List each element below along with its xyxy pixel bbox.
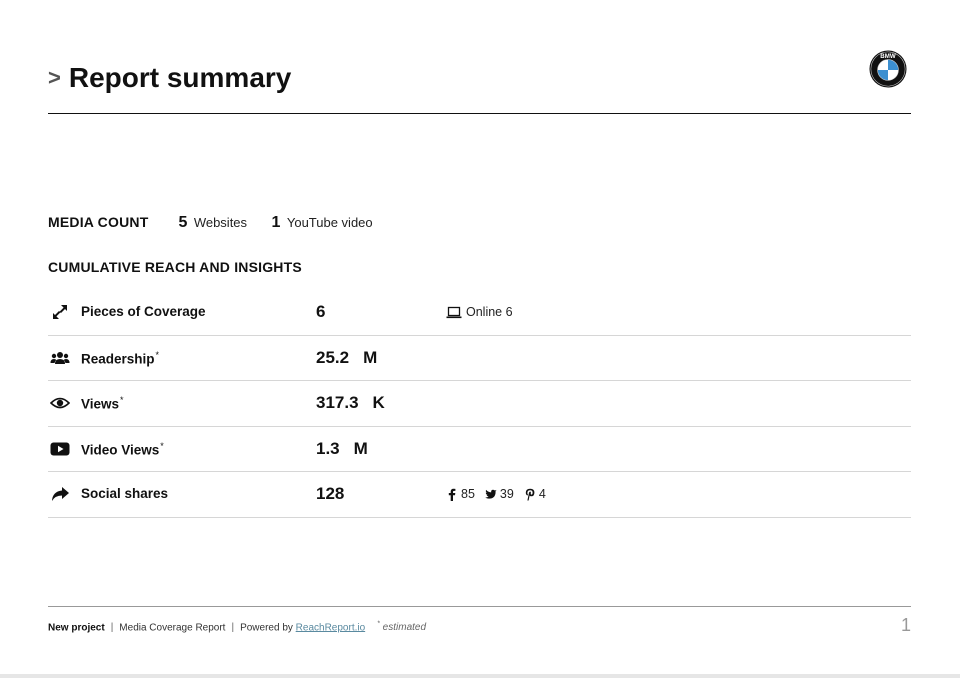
laptop-icon bbox=[446, 306, 462, 319]
reachreport-link[interactable]: ReachReport.io bbox=[296, 622, 365, 633]
pinterest-icon bbox=[524, 488, 536, 501]
coverage-breakdown: Online 6 bbox=[446, 305, 513, 319]
websites-label: Websites bbox=[193, 215, 248, 230]
bmw-logo: BMW bbox=[869, 50, 907, 88]
metric-value: 317.3 K bbox=[316, 393, 385, 412]
online-count: Online 6 bbox=[466, 305, 513, 319]
twitter-shares: 39 bbox=[485, 487, 514, 501]
facebook-icon bbox=[446, 488, 458, 501]
metric-label: Views* bbox=[81, 395, 124, 412]
metric-unit: K bbox=[372, 393, 385, 412]
users-icon bbox=[50, 349, 70, 367]
share-icon bbox=[50, 485, 70, 503]
section-title: CUMULATIVE REACH AND INSIGHTS bbox=[48, 259, 302, 275]
metric-row-readership: Readership* 25.2 M bbox=[48, 336, 911, 381]
estimated-note: * estimated bbox=[377, 621, 427, 634]
twitter-count: 39 bbox=[499, 487, 514, 501]
estimated-mark: * bbox=[160, 440, 164, 451]
report-type: Media Coverage Report bbox=[119, 622, 226, 634]
media-count-label: MEDIA COUNT bbox=[48, 214, 149, 230]
chevron-right-icon: > bbox=[48, 65, 61, 90]
page-header: > Report summary BMW bbox=[48, 50, 911, 114]
logo-letters: BMW bbox=[880, 53, 896, 60]
youtube-icon bbox=[50, 440, 70, 458]
facebook-count: 85 bbox=[461, 487, 475, 501]
metric-row-coverage: Pieces of Coverage 6 Online 6 bbox=[48, 290, 911, 336]
metric-unit: M bbox=[353, 438, 368, 458]
social-breakdown: 85 39 4 bbox=[446, 487, 556, 501]
metric-row-views: Views* 317.3 K bbox=[48, 381, 911, 427]
pinterest-count: 4 bbox=[538, 487, 546, 501]
metric-value: 1.3 M bbox=[316, 438, 368, 458]
pinterest-shares: 4 bbox=[524, 487, 546, 501]
eye-icon bbox=[50, 394, 70, 412]
expand-icon bbox=[50, 303, 70, 321]
media-count-row: MEDIA COUNT 5 Websites 1 YouTube video bbox=[48, 214, 393, 236]
page-number: 1 bbox=[900, 615, 911, 635]
project-name: New project bbox=[48, 622, 105, 634]
page-footer: New project | Media Coverage Report | Powere… bbox=[48, 606, 911, 636]
metric-row-social-shares: Social shares 128 85 39 4 bbox=[48, 472, 911, 518]
metric-label: Social shares bbox=[81, 486, 169, 501]
metric-value: 128 bbox=[316, 484, 345, 503]
metric-label: Pieces of Coverage bbox=[81, 304, 206, 319]
footer-separator: | bbox=[231, 622, 235, 634]
youtube-label: YouTube video bbox=[286, 215, 373, 230]
metric-label: Readership* bbox=[81, 349, 160, 367]
footer-text: New project | Media Coverage Report | Powere… bbox=[48, 621, 426, 633]
page-bottom-edge bbox=[0, 674, 960, 678]
powered-by: Powered by bbox=[240, 622, 293, 634]
twitter-icon bbox=[485, 488, 497, 501]
facebook-shares: 85 bbox=[446, 487, 475, 501]
page-title: > Report summary bbox=[48, 62, 291, 94]
report-page: > Report summary BMW MEDIA COUNT 5 Websit… bbox=[0, 0, 960, 678]
metric-value: 25.2 M bbox=[316, 347, 378, 367]
websites-count: 5 bbox=[178, 214, 188, 231]
metric-unit: M bbox=[363, 347, 378, 367]
metric-row-video-views: Video Views* 1.3 M bbox=[48, 427, 911, 472]
footer-separator: | bbox=[110, 622, 114, 634]
estimated-mark: * bbox=[120, 395, 124, 405]
metric-value: 6 bbox=[316, 302, 326, 321]
metrics-table: Pieces of Coverage 6 Online 6 Readership… bbox=[48, 290, 911, 518]
metric-label: Video Views* bbox=[81, 440, 164, 458]
page-title-text: Report summary bbox=[68, 62, 292, 93]
youtube-count: 1 bbox=[271, 214, 281, 231]
estimated-mark: * bbox=[155, 349, 160, 360]
